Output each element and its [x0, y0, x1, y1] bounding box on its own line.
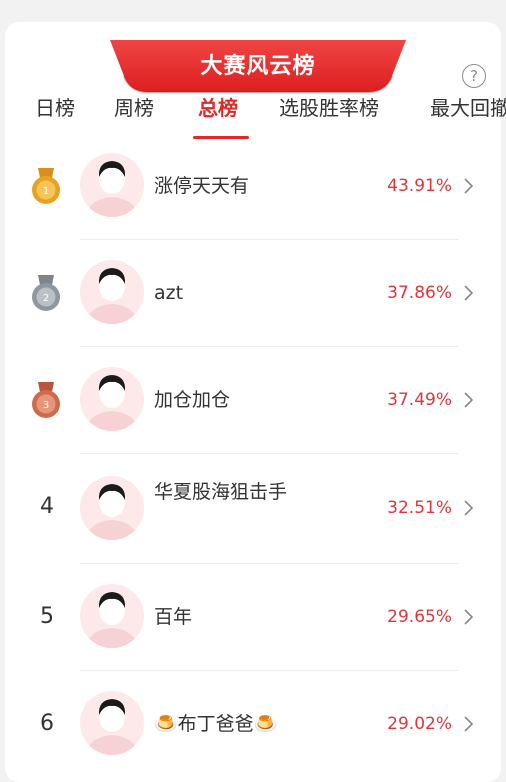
return-percentage: 29.65%: [387, 607, 452, 627]
return-percentage: 32.51%: [387, 498, 452, 518]
bronze-medal-icon: 3: [32, 382, 60, 418]
chevron-right-icon: [464, 609, 474, 625]
leaderboard-row[interactable]: 5 百年 29.65%: [0, 564, 506, 671]
svg-text:2: 2: [43, 293, 49, 304]
rank-number: 4: [40, 494, 54, 519]
silver-medal-icon: 2: [32, 275, 60, 311]
avatar[interactable]: [80, 153, 144, 217]
leaderboard-row[interactable]: 6 🍮布丁爸爸🍮 29.02%: [0, 671, 506, 773]
help-icon[interactable]: ?: [462, 64, 486, 88]
rank-number: 6: [40, 711, 54, 736]
svg-text:3: 3: [43, 400, 49, 411]
leaderboard-title: 大赛风云榜: [200, 54, 316, 79]
tab-bar: 日榜 周榜 总榜 选股胜率榜 最大回撤: [0, 92, 506, 132]
user-name: 涨停天天有: [154, 175, 250, 197]
user-name: azt: [154, 282, 184, 304]
return-percentage: 29.02%: [387, 714, 452, 734]
leaderboard-row[interactable]: 4 华夏股海狙击手 32.51%: [0, 454, 506, 564]
return-percentage: 37.86%: [387, 283, 452, 303]
user-name: 加仓加仓: [154, 389, 231, 411]
user-name: 华夏股海狙击手: [154, 481, 288, 503]
chevron-right-icon: [464, 716, 474, 732]
leaderboard-row[interactable]: 1 涨停天天有 43.91%: [0, 133, 506, 240]
avatar[interactable]: [80, 260, 144, 324]
return-percentage: 43.91%: [387, 176, 452, 196]
tab-max-drawdown[interactable]: 最大回撤: [430, 92, 506, 121]
gold-medal-icon: 1: [32, 168, 60, 204]
chevron-right-icon: [464, 178, 474, 194]
tab-win-rate[interactable]: 选股胜率榜: [279, 92, 379, 121]
rank-number: 5: [40, 604, 54, 629]
leaderboard-row[interactable]: 2 azt 37.86%: [0, 240, 506, 347]
user-name: 百年: [154, 606, 193, 628]
leaderboard-row[interactable]: 3 加仓加仓 37.49%: [0, 347, 506, 454]
avatar[interactable]: [80, 584, 144, 648]
return-percentage: 37.49%: [387, 390, 452, 410]
avatar[interactable]: [80, 367, 144, 431]
tab-weekly[interactable]: 周榜: [114, 92, 154, 121]
leaderboard-banner: 大赛风云榜: [110, 40, 406, 95]
chevron-right-icon: [464, 285, 474, 301]
avatar[interactable]: [80, 691, 144, 755]
chevron-right-icon: [464, 392, 474, 408]
tab-daily[interactable]: 日榜: [35, 92, 75, 121]
avatar[interactable]: [80, 476, 144, 540]
user-name: 🍮布丁爸爸🍮: [154, 713, 278, 735]
tab-overall[interactable]: 总榜: [198, 92, 238, 121]
svg-text:1: 1: [43, 186, 49, 197]
chevron-right-icon: [464, 500, 474, 516]
